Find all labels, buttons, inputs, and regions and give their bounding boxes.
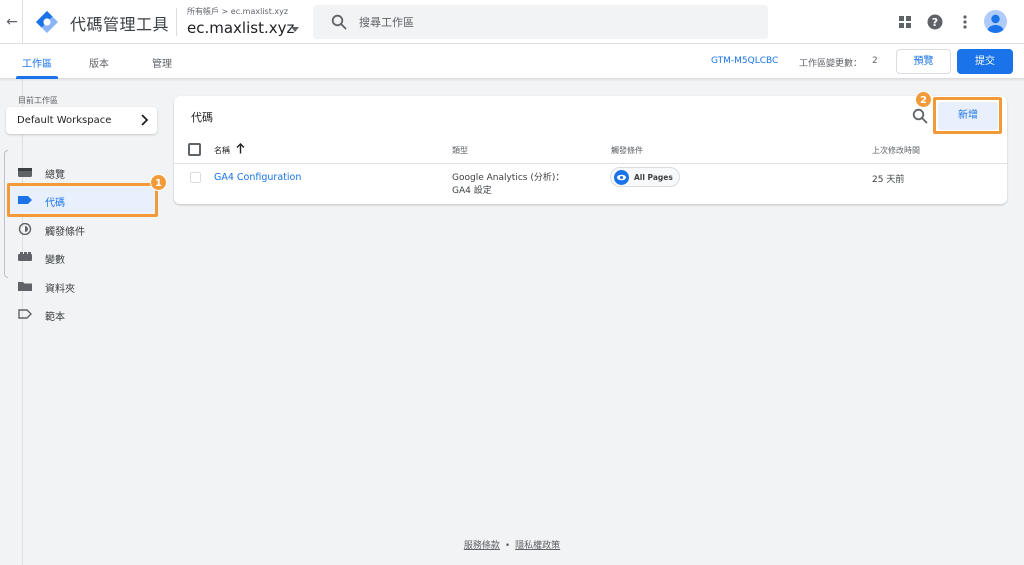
terms-link[interactable]: 服務條款 [464, 541, 500, 551]
chevron-right-icon [141, 114, 149, 126]
workspace-picker[interactable]: Default Workspace [6, 107, 157, 134]
sidebar-item-label: 總覽 [45, 170, 65, 181]
tag-type: Google Analytics (分析)：GA4 設定 [452, 173, 565, 196]
workspace-changes-count: 2 [872, 56, 878, 66]
preview-button[interactable]: 預覽 [896, 49, 951, 74]
table-header: 名稱 類型 觸發條件 上次修改時間 [174, 136, 1007, 164]
column-header-modified[interactable]: 上次修改時間 [872, 145, 920, 156]
row-checkbox[interactable] [190, 172, 201, 183]
variable-icon [18, 252, 32, 261]
gtm-logo-icon [36, 11, 58, 33]
svg-text:?: ? [932, 16, 938, 29]
template-icon [18, 309, 32, 319]
sidebar-item-overview[interactable]: 總覽 [10, 159, 155, 185]
caret-down-icon[interactable] [291, 27, 299, 32]
workspace-toolbar: 工作區 版本 管理 GTM-M5QLCBC 工作區變更數： 2 預覽 提交 [0, 44, 1024, 79]
select-all-checkbox[interactable] [188, 143, 201, 156]
app-title: 代碼管理工具 [70, 15, 170, 34]
highlight-box-new [933, 97, 1002, 134]
top-bar: ← 代碼管理工具 所有帳戶 > ec.maxlist.xyz ec.maxlis… [0, 0, 1024, 44]
workspace-changes-label: 工作區變更數： [799, 59, 863, 69]
apps-grid-icon[interactable] [897, 14, 913, 30]
tags-card: 代碼 新增 名稱 類型 觸發條件 上次修改時間 GA4 Configuratio… [174, 96, 1007, 204]
trigger-icon [18, 223, 32, 235]
step-badge-2: 2 [915, 91, 932, 108]
current-workspace-label: 目前工作區 [18, 96, 58, 105]
sidebar-item-triggers[interactable]: 觸發條件 [10, 216, 155, 242]
arrow-up-icon[interactable] [236, 143, 245, 154]
pageview-icon [614, 170, 629, 185]
table-row[interactable]: GA4 Configuration Google Analytics (分析)：… [174, 164, 1007, 202]
folder-icon [18, 282, 32, 291]
footer: 服務條款 • 隱私權政策 [0, 538, 1024, 551]
submit-button[interactable]: 提交 [957, 49, 1013, 74]
active-tab-indicator [16, 76, 58, 79]
trigger-chip-label: All Pages [634, 173, 673, 182]
tab-admin[interactable]: 管理 [152, 55, 172, 70]
tab-versions[interactable]: 版本 [89, 55, 109, 70]
title-divider [176, 8, 177, 36]
search-input[interactable] [359, 13, 739, 31]
sidebar-item-label: 範本 [45, 312, 65, 323]
privacy-link[interactable]: 隱私權政策 [515, 541, 560, 551]
tab-workspace[interactable]: 工作區 [22, 55, 52, 70]
highlight-box-tags [7, 183, 158, 217]
column-header-name[interactable]: 名稱 [214, 145, 230, 156]
avatar[interactable] [984, 10, 1007, 33]
trigger-chip[interactable]: All Pages [610, 167, 680, 187]
overview-icon [18, 168, 32, 177]
column-header-trigger[interactable]: 觸發條件 [611, 145, 643, 156]
back-arrow-icon[interactable]: ← [4, 12, 20, 32]
container-selector[interactable]: ec.maxlist.xyz [187, 19, 294, 37]
workspace-name: Default Workspace [17, 115, 112, 126]
step-badge-1: 1 [150, 174, 167, 191]
sidebar-item-variables[interactable]: 變數 [10, 244, 155, 270]
sidebar-item-label: 觸發條件 [45, 227, 85, 238]
last-modified: 25 天前 [872, 175, 905, 185]
search-icon[interactable] [912, 108, 928, 124]
card-title: 代碼 [191, 111, 213, 124]
app-window: ← 代碼管理工具 所有帳戶 > ec.maxlist.xyz ec.maxlis… [0, 0, 1024, 565]
sidebar-item-folders[interactable]: 資料夾 [10, 273, 155, 299]
more-vert-icon[interactable] [957, 14, 973, 30]
footer-separator: • [504, 541, 511, 551]
help-icon[interactable]: ? [927, 14, 943, 30]
sidebar-item-templates[interactable]: 範本 [10, 301, 155, 327]
user-icon [987, 14, 1004, 33]
search-bar[interactable] [313, 5, 768, 39]
sidebar-item-label: 變數 [45, 255, 65, 266]
account-breadcrumb[interactable]: 所有帳戶 > ec.maxlist.xyz [187, 6, 288, 17]
sidebar-item-label: 資料夾 [45, 284, 75, 295]
container-id[interactable]: GTM-M5QLCBC [711, 56, 778, 66]
tag-name-link[interactable]: GA4 Configuration [214, 172, 301, 183]
column-header-type[interactable]: 類型 [452, 145, 468, 156]
search-icon [331, 14, 347, 30]
